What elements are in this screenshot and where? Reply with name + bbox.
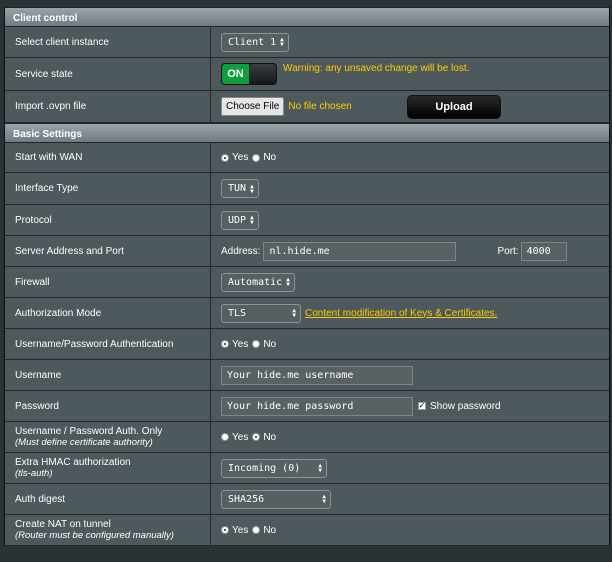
sublabel: (Must define certificate authority) bbox=[15, 437, 153, 448]
radio-selected-icon bbox=[221, 526, 229, 534]
sublabel: (Router must be configured manually) bbox=[15, 530, 174, 541]
auth-only-yes-radio[interactable]: Yes bbox=[221, 432, 248, 443]
section-header-basic-settings: Basic Settings bbox=[5, 123, 609, 143]
hmac-select[interactable]: Incoming (0) ▲ ▼ bbox=[221, 458, 327, 478]
radio-empty-icon bbox=[252, 526, 261, 534]
file-status: No file chosen bbox=[288, 101, 352, 112]
nat-yes-radio[interactable]: Yes bbox=[221, 525, 248, 536]
service-state-toggle[interactable]: ON bbox=[221, 63, 277, 85]
upload-button[interactable]: Upload bbox=[407, 95, 501, 119]
address-label: Address: bbox=[221, 245, 261, 257]
row-password: Password Your hide.me password ✓ Show pa… bbox=[5, 391, 609, 422]
updown-icon: ▲ ▼ bbox=[322, 493, 326, 505]
nat-no-radio[interactable]: No bbox=[252, 525, 276, 536]
label: Authorization Mode bbox=[5, 298, 211, 328]
label: Import .ovpn file bbox=[5, 91, 211, 122]
show-password-checkbox[interactable]: ✓ bbox=[418, 402, 426, 410]
start-wan-yes-radio[interactable]: Yes bbox=[221, 152, 248, 163]
keys-certificates-link[interactable]: Content modification of Keys & Certifica… bbox=[305, 308, 497, 319]
section-header-client-control: Client control bbox=[5, 7, 609, 27]
server-address-input[interactable]: nl.hide.me bbox=[263, 241, 457, 261]
updown-icon: ▲ ▼ bbox=[286, 276, 290, 288]
port-label: Port: bbox=[497, 245, 519, 257]
row-authorization-mode: Authorization Mode TLS ▲ ▼ Content modific… bbox=[5, 298, 609, 329]
protocol-select[interactable]: UDP ▲ ▼ bbox=[221, 210, 259, 230]
vpn-client-settings: Client control Select client instance Cl… bbox=[4, 7, 610, 546]
row-service-state: Service state ON Warning: any unsaved ch… bbox=[5, 58, 609, 91]
auth-only-no-radio[interactable]: No bbox=[252, 432, 276, 443]
choose-file-button[interactable]: Choose File bbox=[221, 97, 285, 116]
start-wan-no-radio[interactable]: No bbox=[252, 152, 276, 163]
updown-icon: ▲ ▼ bbox=[318, 462, 322, 474]
updown-icon: ▲ ▼ bbox=[280, 36, 284, 48]
updown-icon: ▲ ▼ bbox=[292, 307, 296, 319]
radio-empty-icon bbox=[252, 153, 261, 162]
label: Extra HMAC authorization (tls-auth) bbox=[5, 453, 211, 483]
row-select-client-instance: Select client instance Client 1 ▲ ▼ bbox=[5, 27, 609, 58]
row-import-ovpn: Import .ovpn file Choose File No file ch… bbox=[5, 91, 609, 123]
show-password-label: Show password bbox=[430, 400, 501, 412]
label: Create NAT on tunnel (Router must be con… bbox=[5, 515, 211, 545]
row-username: Username Your hide.me username bbox=[5, 360, 609, 391]
row-start-with-wan: Start with WAN Yes No bbox=[5, 143, 609, 173]
label: Username bbox=[5, 360, 211, 390]
interface-type-select[interactable]: TUN ▲ ▼ bbox=[221, 179, 259, 198]
row-userpass-auth: Username/Password Authentication Yes No bbox=[5, 329, 609, 360]
username-input[interactable]: Your hide.me username bbox=[221, 365, 413, 385]
label: Interface Type bbox=[5, 173, 211, 204]
label: Auth digest bbox=[5, 484, 211, 514]
radio-selected-icon bbox=[221, 340, 229, 348]
label: Username / Password Auth. Only (Must def… bbox=[5, 422, 211, 452]
firewall-select[interactable]: Automatic ▲ ▼ bbox=[221, 272, 295, 292]
radio-selected-icon bbox=[221, 153, 229, 162]
label: Firewall bbox=[5, 267, 211, 297]
updown-icon: ▲ ▼ bbox=[250, 182, 254, 195]
unsaved-warning: Warning: any unsaved change will be lost… bbox=[283, 62, 470, 74]
row-extra-hmac: Extra HMAC authorization (tls-auth) Inco… bbox=[5, 453, 609, 484]
radio-empty-icon bbox=[221, 433, 229, 441]
label: Service state bbox=[5, 58, 211, 90]
row-interface-type: Interface Type TUN ▲ ▼ bbox=[5, 173, 609, 205]
updown-icon: ▲ ▼ bbox=[250, 214, 254, 226]
client-instance-select[interactable]: Client 1 ▲ ▼ bbox=[221, 32, 289, 52]
row-protocol: Protocol UDP ▲ ▼ bbox=[5, 205, 609, 236]
row-server-address-port: Server Address and Port Address: nl.hide… bbox=[5, 236, 609, 267]
userpass-yes-radio[interactable]: Yes bbox=[221, 339, 248, 350]
password-input[interactable]: Your hide.me password bbox=[221, 396, 413, 416]
auth-digest-select[interactable]: SHA256 ▲ ▼ bbox=[221, 489, 331, 509]
sublabel: (tls-auth) bbox=[15, 468, 53, 479]
row-auth-digest: Auth digest SHA256 ▲ ▼ bbox=[5, 484, 609, 515]
port-input[interactable]: 4000 bbox=[520, 241, 567, 261]
row-auth-only: Username / Password Auth. Only (Must def… bbox=[5, 422, 609, 453]
label: Password bbox=[5, 391, 211, 421]
row-firewall: Firewall Automatic ▲ ▼ bbox=[5, 267, 609, 298]
userpass-no-radio[interactable]: No bbox=[252, 339, 276, 350]
label: Select client instance bbox=[5, 27, 211, 57]
label: Start with WAN bbox=[5, 143, 211, 172]
toggle-knob bbox=[249, 64, 276, 84]
label: Server Address and Port bbox=[5, 236, 211, 266]
label: Username/Password Authentication bbox=[5, 329, 211, 359]
label: Protocol bbox=[5, 205, 211, 235]
radio-selected-icon bbox=[252, 433, 261, 441]
auth-mode-select[interactable]: TLS ▲ ▼ bbox=[221, 303, 301, 323]
radio-empty-icon bbox=[252, 340, 261, 348]
row-create-nat: Create NAT on tunnel (Router must be con… bbox=[5, 515, 609, 546]
